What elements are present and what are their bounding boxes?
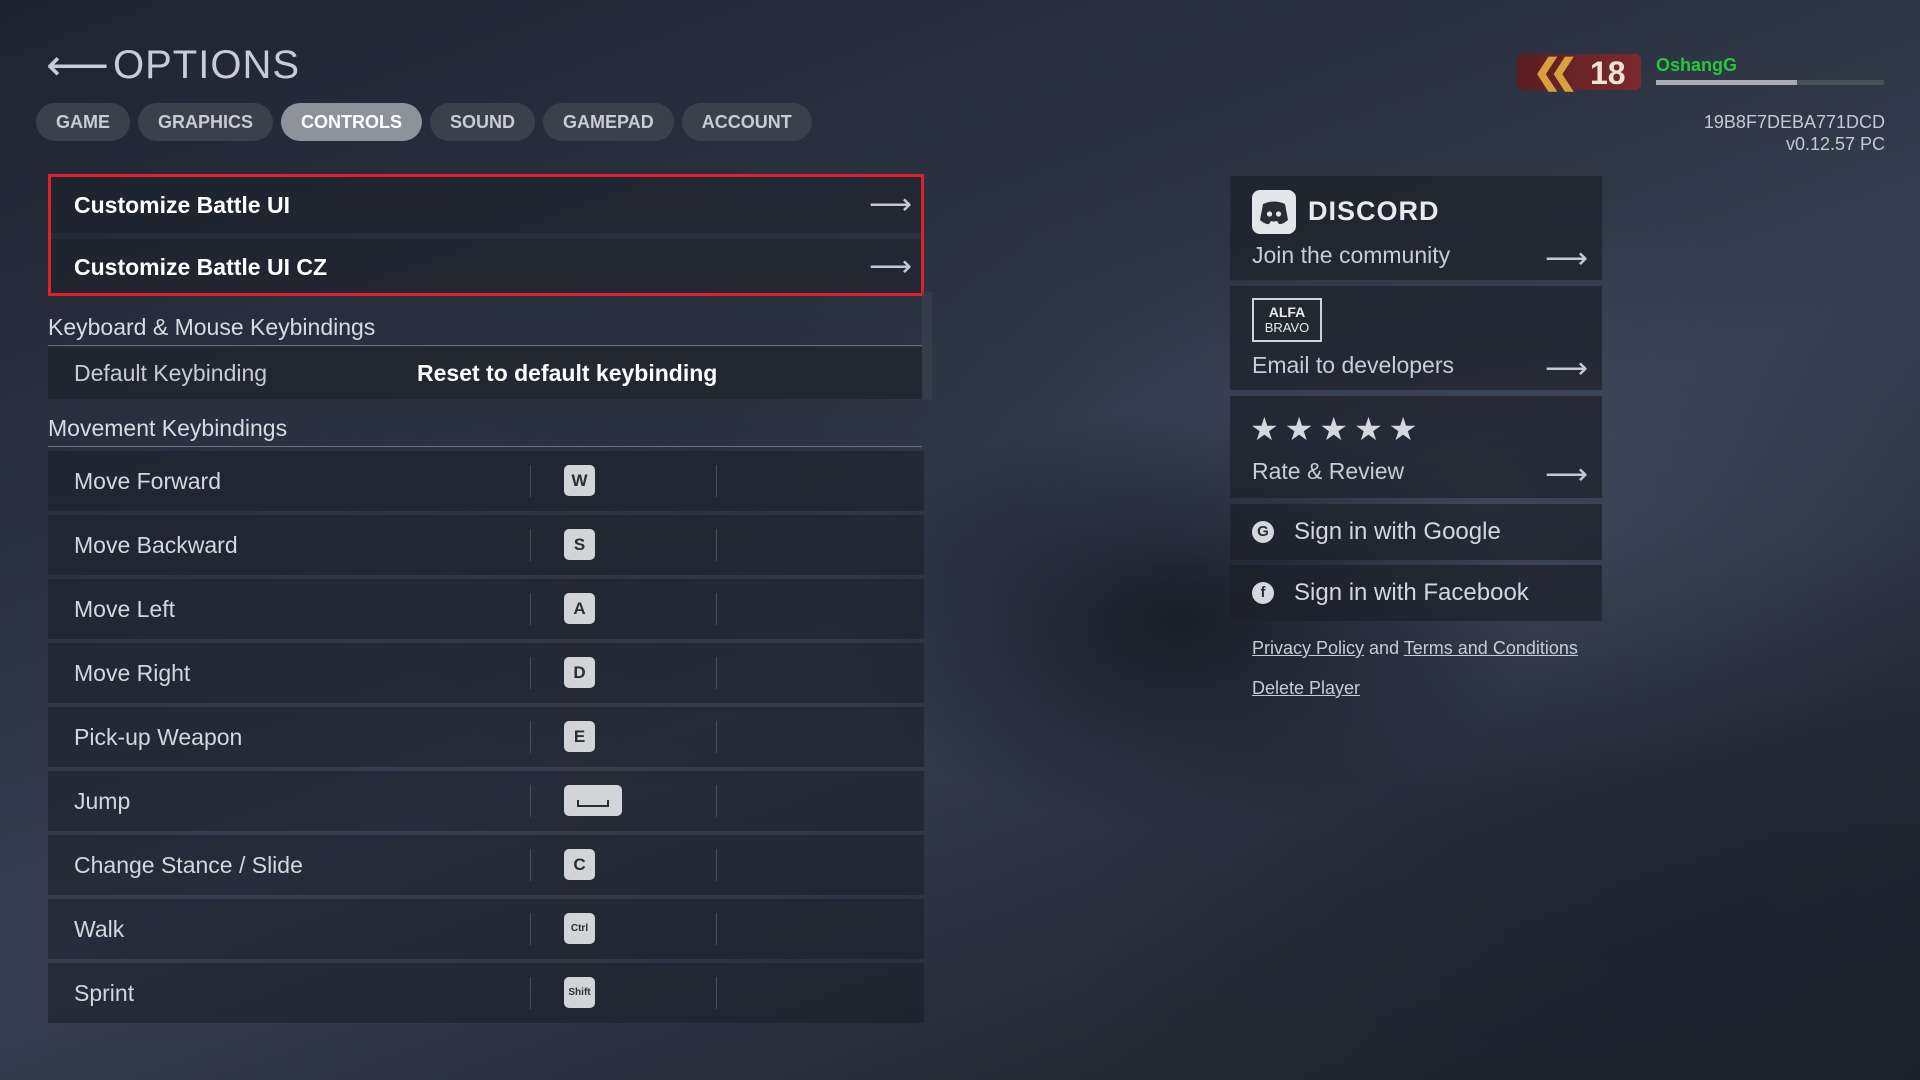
tab-game[interactable]: GAME bbox=[36, 103, 130, 141]
key-e[interactable]: E bbox=[564, 721, 595, 752]
page-title: OPTIONS bbox=[113, 43, 301, 87]
facebook-signin-label: Sign in with Facebook bbox=[1294, 579, 1529, 606]
star-rating-icon: ★★★★★ bbox=[1250, 411, 1424, 447]
section-movement: Movement Keybindings bbox=[48, 412, 922, 447]
keybinding-row[interactable]: Move Left A bbox=[48, 579, 924, 639]
key-shift[interactable]: Shift bbox=[564, 977, 595, 1008]
rate-subtitle: Rate & Review bbox=[1252, 458, 1405, 484]
divider bbox=[716, 529, 717, 561]
player-name: OshangG bbox=[1656, 55, 1738, 75]
google-signin-label: Sign in with Google bbox=[1294, 518, 1501, 545]
email-subtitle: Email to developers bbox=[1252, 352, 1454, 378]
keybinding-action: Move Left bbox=[74, 596, 175, 622]
divider bbox=[530, 785, 531, 817]
google-signin-button[interactable]: G Sign in with Google bbox=[1230, 504, 1602, 560]
legal-and-text: and bbox=[1369, 638, 1400, 658]
back-arrow-icon[interactable]: ⟵ bbox=[46, 44, 109, 88]
key-w[interactable]: W bbox=[564, 465, 595, 496]
divider bbox=[716, 785, 717, 817]
rate-review-card[interactable]: ★★★★★ Rate & Review ⟶ bbox=[1230, 396, 1602, 498]
key-c[interactable]: C bbox=[564, 849, 595, 880]
keybinding-action: Move Forward bbox=[74, 468, 221, 494]
keybinding-action: Change Stance / Slide bbox=[74, 852, 303, 878]
privacy-policy-link[interactable]: Privacy Policy bbox=[1252, 638, 1364, 658]
key-s[interactable]: S bbox=[564, 529, 595, 560]
arrow-right-icon: ⟶ bbox=[1544, 352, 1588, 385]
key-spacebar[interactable] bbox=[564, 785, 622, 816]
tab-graphics[interactable]: GRAPHICS bbox=[138, 103, 274, 141]
rank-chevron-icon: ❮❮ bbox=[1533, 53, 1578, 91]
divider bbox=[716, 657, 717, 689]
divider bbox=[530, 657, 531, 689]
google-icon: G bbox=[1252, 521, 1274, 543]
keybinding-row[interactable]: Move Right D bbox=[48, 643, 924, 703]
key-a[interactable]: A bbox=[564, 593, 595, 624]
keybinding-row[interactable]: Pick-up Weapon E bbox=[48, 707, 924, 767]
scrollbar[interactable] bbox=[922, 292, 932, 400]
discord-wordmark: DISCORD bbox=[1308, 196, 1440, 226]
divider bbox=[530, 913, 531, 945]
divider bbox=[716, 849, 717, 881]
discord-subtitle: Join the community bbox=[1252, 242, 1451, 268]
keybinding-action: Pick-up Weapon bbox=[74, 724, 243, 750]
tab-gamepad[interactable]: GAMEPAD bbox=[543, 103, 674, 141]
arrow-right-icon: ⟶ bbox=[1544, 458, 1588, 491]
rank-number: 18 bbox=[1590, 55, 1626, 91]
divider bbox=[530, 721, 531, 753]
divider bbox=[530, 849, 531, 881]
legal-links: Privacy Policy and Terms and Conditions bbox=[1252, 638, 1578, 659]
terms-link[interactable]: Terms and Conditions bbox=[1404, 638, 1578, 658]
keybinding-row[interactable]: Walk Ctrl bbox=[48, 899, 924, 959]
tab-sound[interactable]: SOUND bbox=[430, 103, 536, 141]
keybinding-row[interactable]: Change Stance / Slide C bbox=[48, 835, 924, 895]
facebook-icon: f bbox=[1252, 582, 1274, 604]
key-d[interactable]: D bbox=[564, 657, 595, 688]
reset-keybinding-button[interactable]: Reset to default keybinding bbox=[395, 347, 903, 399]
arrow-right-icon: ⟶ bbox=[1544, 242, 1588, 275]
divider bbox=[530, 465, 531, 497]
discord-card[interactable]: DISCORD Join the community ⟶ bbox=[1230, 176, 1602, 280]
tab-bar: GAME GRAPHICS CONTROLS SOUND GAMEPAD ACC… bbox=[36, 103, 812, 141]
divider bbox=[716, 593, 717, 625]
divider bbox=[716, 721, 717, 753]
keybinding-action: Move Backward bbox=[74, 532, 238, 558]
default-keybinding-row: Default Keybinding Reset to default keyb… bbox=[48, 347, 922, 399]
divider bbox=[530, 593, 531, 625]
delete-player-link[interactable]: Delete Player bbox=[1252, 678, 1360, 699]
rank-badge: ❮❮ 18 bbox=[1517, 53, 1641, 91]
keybinding-action: Sprint bbox=[74, 980, 135, 1006]
keybinding-action: Jump bbox=[74, 788, 131, 814]
divider bbox=[530, 977, 531, 1009]
keybinding-action: Move Right bbox=[74, 660, 191, 686]
xp-bar-fill bbox=[1656, 80, 1797, 85]
discord-icon bbox=[1252, 190, 1296, 234]
alfa-logo-top: ALFA bbox=[1268, 304, 1306, 320]
keybinding-action: Walk bbox=[74, 916, 125, 942]
key-ctrl[interactable]: Ctrl bbox=[564, 913, 595, 944]
highlight-box bbox=[48, 174, 924, 296]
alfa-bravo-logo: ALFA BRAVO bbox=[1252, 298, 1322, 342]
tab-account[interactable]: ACCOUNT bbox=[681, 103, 812, 141]
keybinding-row[interactable]: Jump bbox=[48, 771, 924, 831]
xp-bar bbox=[1656, 80, 1884, 85]
email-developers-card[interactable]: ALFA BRAVO Email to developers ⟶ bbox=[1230, 286, 1602, 390]
alfa-logo-bottom: BRAVO bbox=[1264, 320, 1310, 335]
keybinding-row[interactable]: Move Forward W bbox=[48, 451, 924, 511]
divider bbox=[716, 913, 717, 945]
divider bbox=[716, 977, 717, 1009]
divider bbox=[716, 465, 717, 497]
facebook-signin-button[interactable]: f Sign in with Facebook bbox=[1230, 565, 1602, 621]
divider bbox=[530, 529, 531, 561]
keybinding-row[interactable]: Move Backward S bbox=[48, 515, 924, 575]
version-label: v0.12.57 PC bbox=[1785, 134, 1885, 154]
tab-controls[interactable]: CONTROLS bbox=[281, 103, 423, 141]
default-keybinding-label: Default Keybinding bbox=[74, 360, 268, 386]
keybinding-row[interactable]: Sprint Shift bbox=[48, 963, 924, 1023]
section-keyboard-mouse: Keyboard & Mouse Keybindings bbox=[48, 311, 922, 346]
player-id: 19B8F7DEBA771DCD bbox=[1703, 112, 1885, 132]
